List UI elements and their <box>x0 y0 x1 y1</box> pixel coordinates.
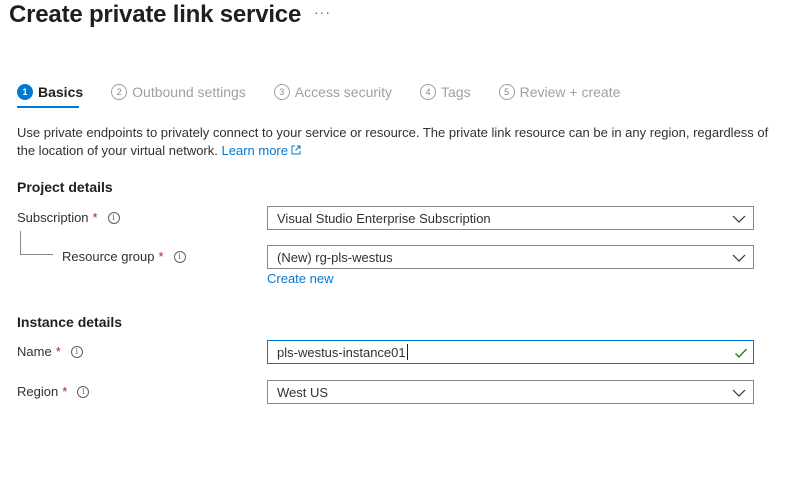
tree-connector <box>20 231 21 254</box>
tab-label: Basics <box>38 84 84 100</box>
subscription-label: Subscription * i <box>17 210 120 225</box>
step-number-icon: 3 <box>273 84 290 100</box>
learn-more-link[interactable]: Learn more <box>222 143 301 158</box>
tab-review-create[interactable]: 5 Review + create <box>498 84 621 100</box>
instance-details-heading: Instance details <box>17 314 123 330</box>
description-text: Use private endpoints to privately conne… <box>17 125 769 158</box>
region-value: West US <box>277 384 329 400</box>
required-marker: * <box>62 384 68 399</box>
step-number-icon: 5 <box>498 84 515 100</box>
required-marker: * <box>55 344 61 359</box>
info-icon[interactable]: i <box>77 385 90 398</box>
step-number-icon: 2 <box>111 84 128 100</box>
page-title: Create private link service <box>9 1 302 28</box>
region-label: Region * i <box>17 384 90 399</box>
tab-label: Tags <box>441 84 471 100</box>
active-tab-indicator <box>17 106 79 108</box>
subscription-dropdown[interactable]: Visual Studio Enterprise Subscription <box>267 206 754 230</box>
info-icon[interactable]: i <box>70 345 83 358</box>
tree-connector <box>20 254 53 255</box>
checkmark-icon <box>735 348 747 358</box>
create-new-link[interactable]: Create new <box>267 271 333 286</box>
name-label: Name * i <box>17 344 83 359</box>
resource-group-label: Resource group * i <box>62 249 186 264</box>
tab-basics[interactable]: 1 Basics <box>17 84 83 100</box>
step-number-icon: 1 <box>17 84 33 100</box>
tab-access-security[interactable]: 3 Access security <box>273 84 393 100</box>
step-number-icon: 4 <box>420 84 437 100</box>
tab-label: Outbound settings <box>132 84 246 100</box>
more-options-icon[interactable]: ··· <box>314 4 331 20</box>
name-input[interactable]: pls-westus-instance01 <box>267 340 754 364</box>
required-marker: * <box>92 210 98 225</box>
subscription-value: Visual Studio Enterprise Subscription <box>277 210 491 226</box>
external-link-icon <box>291 145 301 155</box>
resource-group-value: (New) rg-pls-westus <box>277 249 393 265</box>
tab-outbound-settings[interactable]: 2 Outbound settings <box>111 84 246 100</box>
info-icon[interactable]: i <box>107 211 120 224</box>
description: Use private endpoints to privately conne… <box>17 124 777 160</box>
name-value: pls-westus-instance01 <box>277 344 406 360</box>
chevron-down-icon <box>732 215 746 223</box>
tab-label: Review + create <box>519 84 621 100</box>
required-marker: * <box>158 249 164 264</box>
info-icon[interactable]: i <box>173 250 186 263</box>
tab-tags[interactable]: 4 Tags <box>420 84 471 100</box>
chevron-down-icon <box>732 389 746 397</box>
project-details-heading: Project details <box>17 179 113 195</box>
wizard-tabs: 1 Basics 2 Outbound settings 3 Access se… <box>17 84 648 100</box>
tab-label: Access security <box>294 84 393 100</box>
resource-group-dropdown[interactable]: (New) rg-pls-westus <box>267 245 754 269</box>
chevron-down-icon <box>732 254 746 262</box>
region-dropdown[interactable]: West US <box>267 380 754 404</box>
text-cursor <box>406 344 408 360</box>
